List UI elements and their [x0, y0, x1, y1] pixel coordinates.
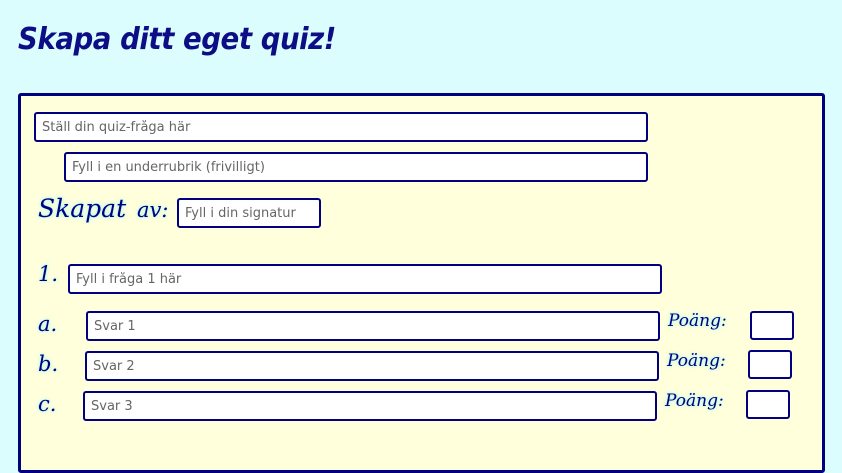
points-label: Poäng: [668, 311, 727, 331]
points-input[interactable] [750, 311, 794, 340]
answer-input[interactable] [86, 311, 660, 341]
points-label: Poäng: [667, 351, 726, 371]
by-label: av: [137, 198, 169, 222]
points-input[interactable] [748, 350, 792, 379]
points-input[interactable] [746, 390, 790, 419]
points-label: Poäng: [665, 391, 724, 411]
page-title: Skapa ditt eget quiz! [18, 22, 336, 57]
subtitle-input[interactable] [64, 152, 648, 182]
question-number: 1. [38, 262, 59, 286]
answer-input[interactable] [85, 351, 659, 381]
answer-letter: b. [38, 352, 59, 376]
signature-input[interactable] [177, 198, 321, 228]
answer-letter: a. [38, 312, 58, 336]
answer-letter: c. [38, 392, 57, 416]
quiz-title-input[interactable] [34, 112, 648, 142]
answer-input[interactable] [83, 391, 657, 421]
question-input[interactable] [68, 264, 662, 294]
created-label: Skapat [38, 194, 127, 223]
